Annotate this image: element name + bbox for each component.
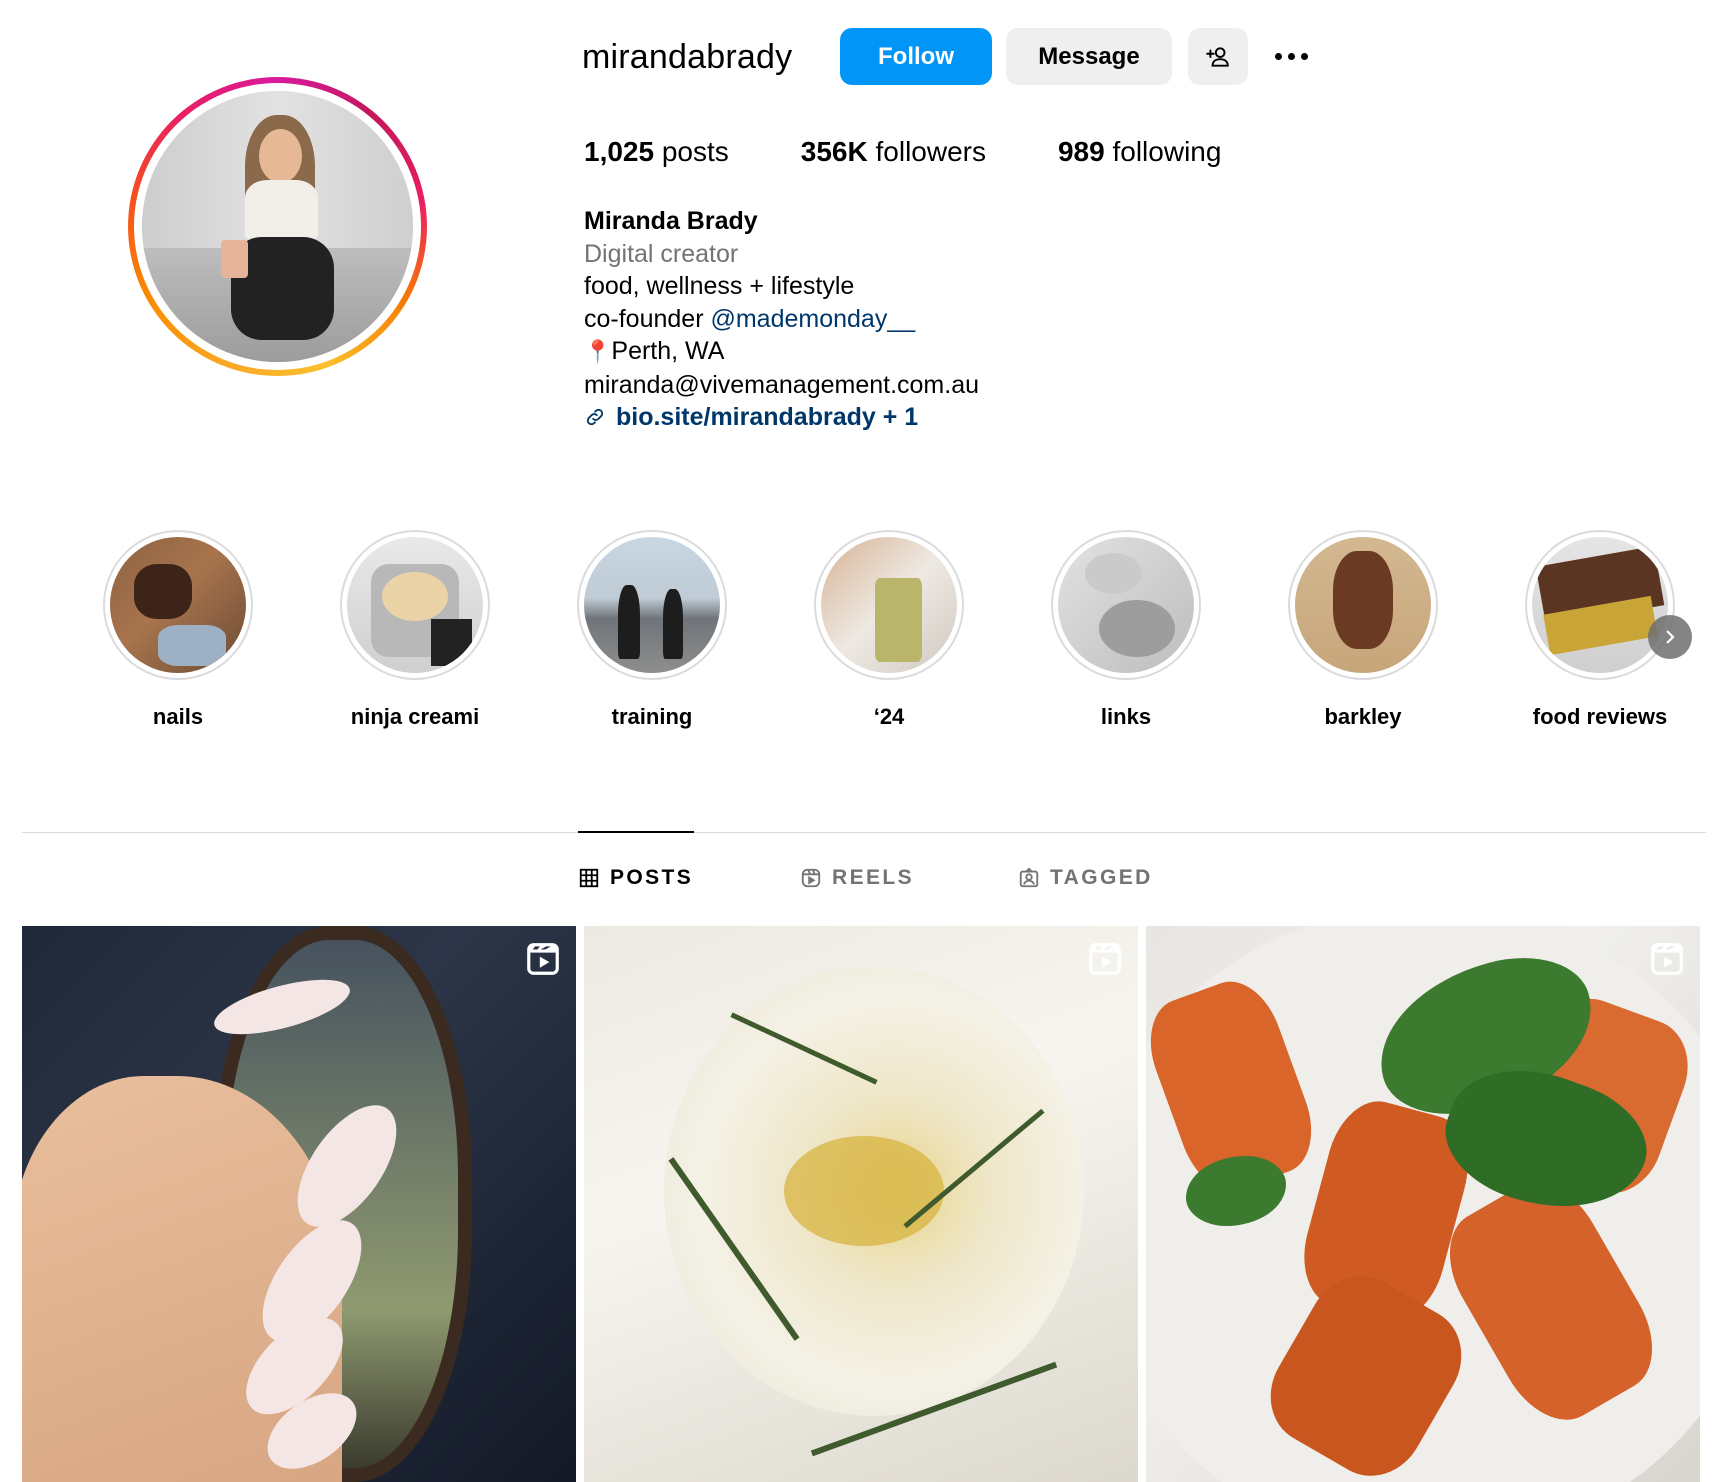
highlight-ninja-creami[interactable]: ninja creami — [335, 530, 495, 730]
post-tile-nails[interactable] — [22, 926, 576, 1482]
link-icon — [586, 409, 604, 426]
pin-icon: 📍 — [584, 339, 612, 364]
chevron-right-icon — [1666, 630, 1675, 644]
profile-avatar — [142, 91, 413, 362]
profile-avatar-story-ring[interactable] — [128, 77, 427, 376]
bio-link[interactable]: bio.site/mirandabrady + 1 — [584, 401, 979, 434]
mention-link[interactable]: @mademonday__ — [710, 305, 915, 333]
profile-stats: 1,025 posts 356K followers 989 following — [584, 136, 1293, 168]
bio-line: food, wellness + lifestyle — [584, 272, 855, 300]
highlight-cover — [821, 537, 957, 673]
grid-icon — [579, 868, 599, 888]
posts-count: 1,025 posts — [584, 136, 729, 167]
profile-page: mirandabrady Follow Message 1,025 posts … — [0, 0, 1718, 1482]
following-count[interactable]: 989 following — [1058, 136, 1221, 168]
message-button[interactable]: Message — [1006, 28, 1172, 85]
post-tile-pasta[interactable] — [1146, 926, 1700, 1482]
tab-posts[interactable]: POSTS — [578, 866, 693, 890]
highlight-training[interactable]: training — [572, 530, 732, 730]
profile-bio: Miranda Brady Digital creator food, well… — [584, 205, 979, 434]
highlight-cover — [347, 537, 483, 673]
bio-line-cofounder: co-founder @mademonday__ — [584, 304, 916, 333]
more-options-icon[interactable] — [1268, 38, 1314, 74]
reel-badge-icon — [1651, 943, 1683, 975]
highlight-cover — [584, 537, 720, 673]
bio-location: 📍Perth, WA — [584, 337, 725, 365]
tagged-user-icon — [1019, 867, 1039, 888]
highlights-next-button[interactable] — [1648, 615, 1692, 659]
tab-reels[interactable]: REELS — [800, 866, 914, 890]
profile-username: mirandabrady — [582, 38, 793, 76]
highlight-cover — [110, 537, 246, 673]
bio-email: miranda@vivemanagement.com.au — [584, 370, 980, 399]
reel-badge-icon — [527, 943, 559, 975]
reels-icon — [801, 868, 821, 888]
highlight-cover — [1295, 537, 1431, 673]
follow-button[interactable]: Follow — [840, 28, 992, 85]
highlight-24[interactable]: ‘24 — [809, 530, 969, 730]
followers-count[interactable]: 356K followers — [801, 136, 986, 168]
profile-category: Digital creator — [584, 239, 739, 268]
post-tile-baked-brie[interactable] — [584, 926, 1138, 1482]
profile-full-name: Miranda Brady — [584, 207, 758, 235]
highlight-nails[interactable]: nails — [98, 530, 258, 730]
person-plus-icon — [1206, 46, 1229, 67]
highlight-cover — [1532, 537, 1668, 673]
highlight-cover — [1058, 537, 1194, 673]
highlight-barkley[interactable]: barkley — [1283, 530, 1443, 730]
reel-badge-icon — [1089, 943, 1121, 975]
active-tab-indicator — [578, 831, 694, 833]
tab-tagged[interactable]: TAGGED — [1018, 866, 1153, 890]
tabs-divider — [22, 832, 1706, 833]
suggested-accounts-button[interactable] — [1188, 28, 1248, 85]
highlight-links[interactable]: links — [1046, 530, 1206, 730]
